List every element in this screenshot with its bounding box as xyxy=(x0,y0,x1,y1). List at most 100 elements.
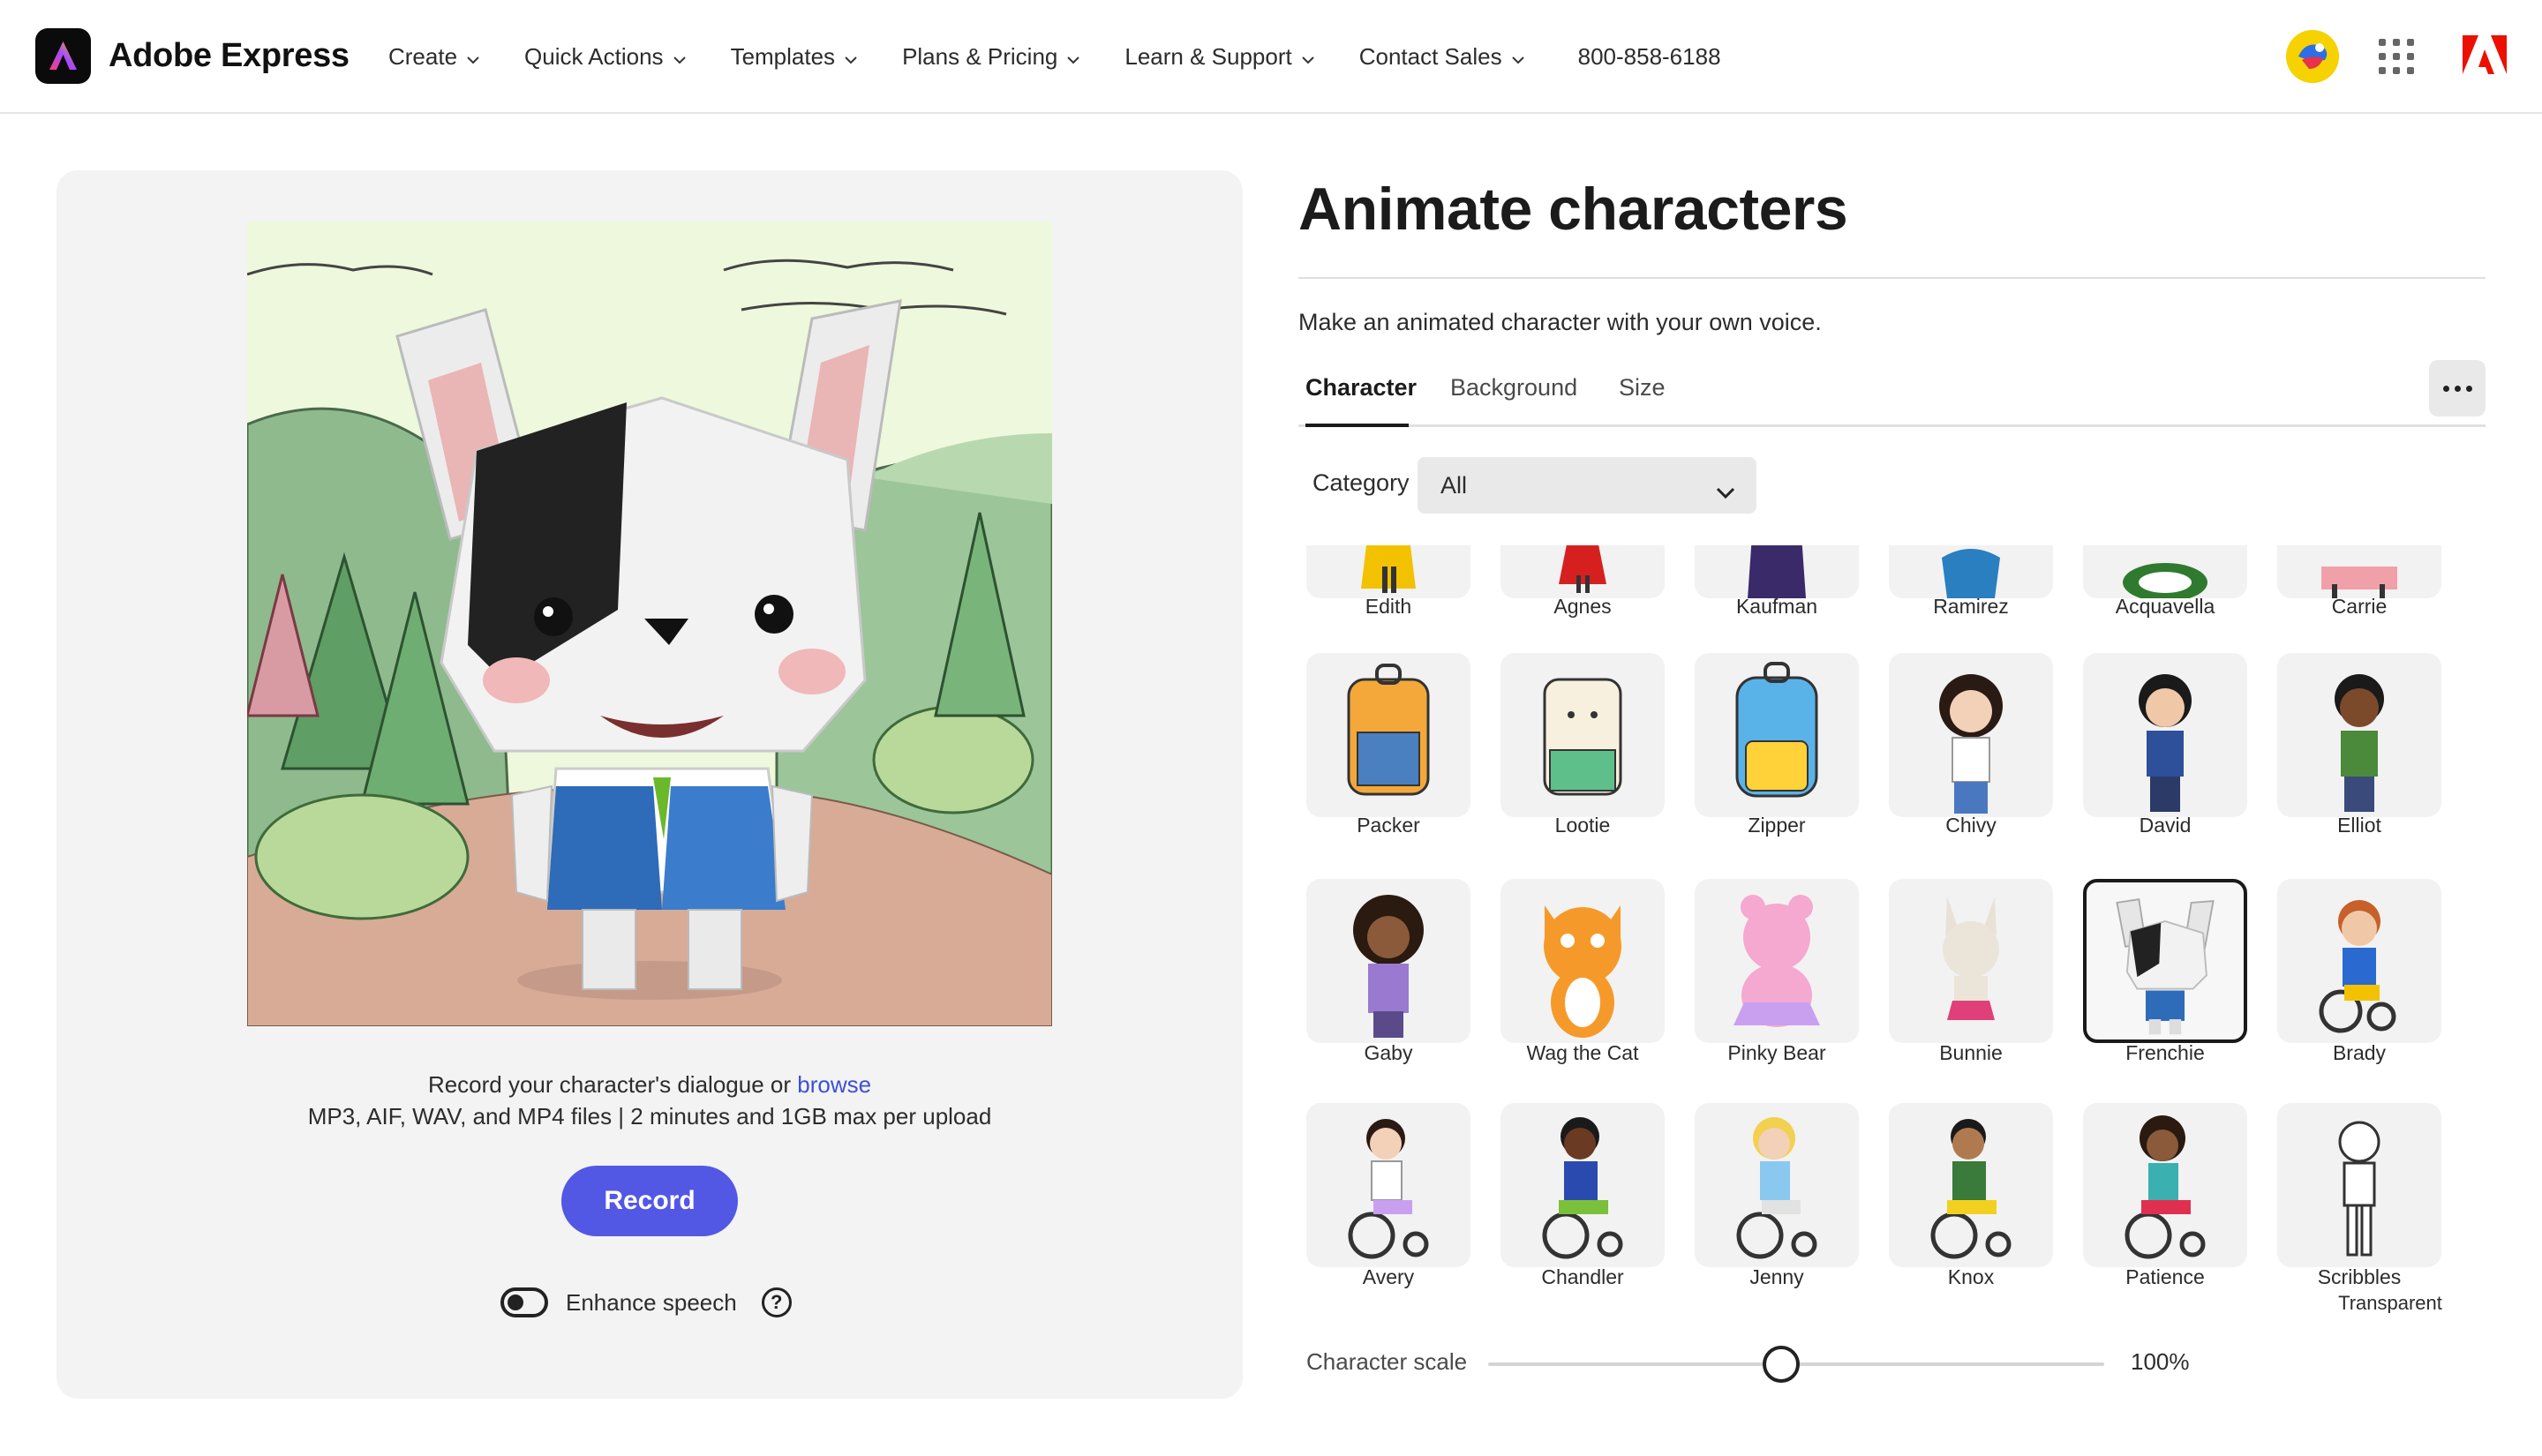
tab-size[interactable]: Size xyxy=(1619,374,1666,402)
character-card-ramirez[interactable] xyxy=(1889,545,2053,598)
chevron-down-icon xyxy=(466,43,480,71)
character-name: Ramirez xyxy=(1933,595,2009,618)
character-name: Packer xyxy=(1357,814,1420,837)
character-card-jenny[interactable] xyxy=(1695,1103,1859,1267)
character-name: Agnes xyxy=(1553,595,1612,618)
character-name: Gaby xyxy=(1364,1041,1413,1064)
record-button[interactable]: Record xyxy=(561,1166,738,1236)
character-scale-handle[interactable] xyxy=(1763,1346,1800,1383)
more-options-button[interactable] xyxy=(2429,360,2486,417)
chevron-down-icon xyxy=(844,43,858,71)
nav-templates[interactable]: Templates xyxy=(731,43,859,71)
brand-name: Adobe Express xyxy=(109,37,350,74)
character-grid: Edith Agnes Kaufman Ramirez Acquavella C… xyxy=(1305,545,2461,1313)
tab-background[interactable]: Background xyxy=(1450,374,1577,402)
character-name: Patience xyxy=(2125,1265,2205,1288)
nav-learn-support[interactable]: Learn & Support xyxy=(1124,43,1314,71)
character-card-edith[interactable] xyxy=(1306,545,1470,598)
nav-quick-actions[interactable]: Quick Actions xyxy=(524,43,687,71)
enhance-speech-label: Enhance speech xyxy=(566,1288,737,1316)
character-card-pinky-bear[interactable] xyxy=(1695,879,1859,1043)
character-card-lootie[interactable] xyxy=(1500,653,1665,817)
character-card-zipper[interactable] xyxy=(1695,653,1859,817)
character-card-carrie[interactable] xyxy=(2277,545,2441,598)
nav-contact-sales[interactable]: Contact Sales xyxy=(1359,43,1525,71)
character-name: Zipper xyxy=(1748,814,1806,837)
character-name: Pinky Bear xyxy=(1727,1041,1826,1064)
avatar-icon[interactable] xyxy=(2286,30,2339,83)
character-name: Wag the Cat xyxy=(1526,1041,1639,1064)
character-name: Bunnie xyxy=(1939,1041,2003,1064)
chevron-down-icon xyxy=(1301,43,1315,71)
character-name: Lootie xyxy=(1554,814,1611,837)
nav-templates-label: Templates xyxy=(730,42,836,70)
nav-contact-sales-label: Contact Sales xyxy=(1358,42,1502,70)
category-label: Category xyxy=(1312,469,1410,496)
preview-panel: Record your character's dialogue or brow… xyxy=(56,170,1243,1399)
character-preview xyxy=(247,221,1052,1026)
character-name: Chivy xyxy=(1945,814,1997,837)
phone-number[interactable]: 800-858-6188 xyxy=(1578,43,1721,71)
category-value: All xyxy=(1440,471,1468,499)
character-card-avery[interactable] xyxy=(1306,1103,1470,1267)
character-name: Scribbles xyxy=(2317,1265,2402,1288)
character-card-scribbles[interactable] xyxy=(2277,1103,2441,1267)
character-name: Edith xyxy=(1365,595,1412,618)
nav-quick-actions-label: Quick Actions xyxy=(524,42,664,70)
browse-link[interactable]: browse xyxy=(797,1071,871,1098)
character-card-gaby[interactable] xyxy=(1306,879,1470,1043)
tab-character[interactable]: Character xyxy=(1305,374,1417,402)
character-card-bunnie[interactable] xyxy=(1889,879,2053,1043)
character-card-chivy[interactable] xyxy=(1889,653,2053,817)
enhance-speech-toggle[interactable] xyxy=(500,1287,548,1317)
page-subtitle: Make an animated character with your own… xyxy=(1298,309,1822,335)
editor-tabs: Character Background Size xyxy=(1298,367,2486,427)
character-card-chandler[interactable] xyxy=(1500,1103,1665,1267)
character-card-kaufman[interactable] xyxy=(1695,545,1859,598)
character-card-wag-the-cat[interactable] xyxy=(1500,879,1665,1043)
character-card-david[interactable] xyxy=(2083,653,2247,817)
nav-create-label: Create xyxy=(388,42,458,70)
nav-learn-support-label: Learn & Support xyxy=(1124,42,1292,70)
character-card-agnes[interactable] xyxy=(1500,545,1665,598)
upload-formats: MP3, AIF, WAV, and MP4 files | 2 minutes… xyxy=(307,1103,992,1130)
character-name: Knox xyxy=(1947,1265,1995,1288)
help-icon[interactable]: ? xyxy=(761,1287,792,1317)
apps-grid-icon[interactable] xyxy=(2379,39,2414,74)
nav-create[interactable]: Create xyxy=(388,43,480,71)
title-divider xyxy=(1298,277,2486,279)
character-card-acquavella[interactable] xyxy=(2083,545,2247,598)
chevron-down-icon xyxy=(1716,478,1735,506)
chevron-down-icon xyxy=(673,43,687,71)
character-card-elliot[interactable] xyxy=(2277,653,2441,817)
nav-plans-pricing[interactable]: Plans & Pricing xyxy=(902,43,1080,71)
character-scale-value: 100% xyxy=(2131,1348,2190,1375)
character-name: Avery xyxy=(1362,1265,1415,1288)
adobe-express-logo-icon xyxy=(35,28,91,84)
character-name: Brady xyxy=(2332,1041,2387,1064)
character-card-knox[interactable] xyxy=(1889,1103,2053,1267)
top-header: Adobe Express Create Quick Actions Templ… xyxy=(0,0,2542,114)
character-card-patience[interactable] xyxy=(2083,1103,2247,1267)
character-card-frenchie[interactable] xyxy=(2083,879,2247,1043)
upload-line: Record your character's dialogue or brow… xyxy=(56,1069,1243,1100)
character-scale-label: Character scale xyxy=(1306,1348,1468,1375)
character-name: Kaufman xyxy=(1735,595,1818,618)
enhance-speech: Enhance speech ? xyxy=(500,1287,792,1317)
active-tab-indicator xyxy=(1305,424,1409,427)
character-name: Jenny xyxy=(1749,1265,1804,1288)
main-nav: Create Quick Actions Templates Plans & P… xyxy=(388,0,1721,113)
character-name: Frenchie xyxy=(2125,1041,2205,1064)
character-name: David xyxy=(2139,814,2192,837)
character-card-packer[interactable] xyxy=(1306,653,1470,817)
character-card-brady[interactable] xyxy=(2277,879,2441,1043)
chevron-down-icon xyxy=(1511,43,1525,71)
nav-plans-pricing-label: Plans & Pricing xyxy=(902,42,1058,70)
upload-text: Record your character's dialogue or xyxy=(427,1071,798,1098)
adobe-logo-icon[interactable] xyxy=(2463,34,2507,79)
category-select[interactable]: All xyxy=(1418,457,1756,514)
page-title: Animate characters xyxy=(1298,176,1848,243)
upload-info: Record your character's dialogue or brow… xyxy=(56,1069,1243,1132)
brand[interactable]: Adobe Express xyxy=(35,28,350,84)
chevron-down-icon xyxy=(1066,43,1080,71)
